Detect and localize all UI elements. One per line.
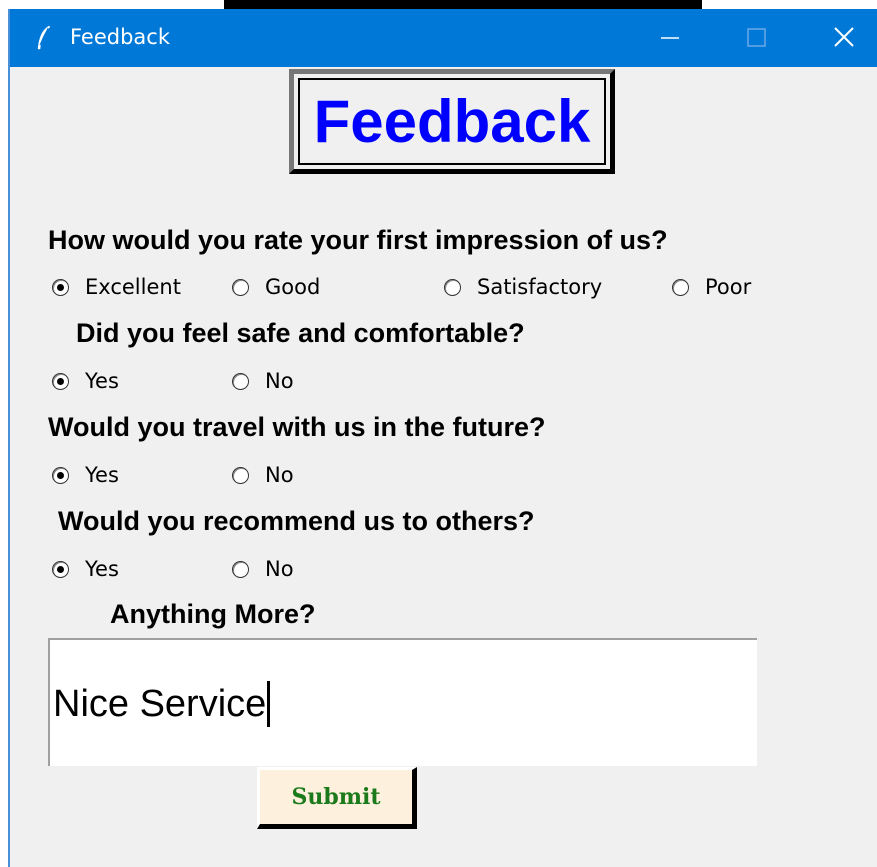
question-travel-future: Would you travel with us in the future? bbox=[48, 412, 546, 442]
radio-first-impression-poor[interactable]: Poor bbox=[672, 275, 751, 299]
radio-travel-yes[interactable]: Yes bbox=[52, 463, 119, 487]
submit-button[interactable]: Submit bbox=[257, 767, 417, 829]
radio-selected-icon[interactable] bbox=[52, 560, 69, 578]
radio-label: Yes bbox=[85, 369, 119, 393]
radio-selected-icon[interactable] bbox=[52, 372, 69, 390]
feather-icon bbox=[37, 25, 51, 50]
close-icon[interactable] bbox=[800, 9, 877, 67]
radio-unselected-icon[interactable] bbox=[232, 372, 249, 390]
radio-first-impression-good[interactable]: Good bbox=[232, 275, 320, 299]
question-recommend: Would you recommend us to others? bbox=[58, 506, 535, 536]
radio-label: Poor bbox=[705, 275, 752, 299]
comments-label: Anything More? bbox=[110, 599, 316, 629]
radio-first-impression-satisfactory[interactable]: Satisfactory bbox=[444, 275, 602, 299]
radio-travel-no[interactable]: No bbox=[232, 463, 294, 487]
radio-selected-icon[interactable] bbox=[52, 278, 69, 296]
radio-label: Satisfactory bbox=[477, 275, 603, 299]
radio-unselected-icon[interactable] bbox=[444, 278, 461, 296]
radio-label: Yes bbox=[85, 463, 119, 487]
radio-label: No bbox=[265, 369, 294, 393]
top-edge-bar bbox=[224, 0, 702, 9]
question-first-impression: How would you rate your first impression… bbox=[48, 225, 668, 255]
radio-unselected-icon[interactable] bbox=[672, 278, 689, 296]
radio-label: No bbox=[265, 557, 294, 581]
radio-safe-yes[interactable]: Yes bbox=[52, 369, 119, 393]
comments-text: Nice Service bbox=[53, 682, 267, 725]
title-bar[interactable]: Feedback bbox=[10, 9, 877, 67]
maximize-icon[interactable] bbox=[712, 9, 800, 67]
radio-unselected-icon[interactable] bbox=[232, 560, 249, 578]
radio-first-impression-excellent[interactable]: Excellent bbox=[52, 275, 181, 299]
radio-safe-no[interactable]: No bbox=[232, 369, 294, 393]
question-safe-comfortable: Did you feel safe and comfortable? bbox=[76, 318, 525, 348]
radio-label: Yes bbox=[85, 557, 119, 581]
radio-unselected-icon[interactable] bbox=[232, 466, 249, 484]
page-title-frame: Feedback bbox=[289, 69, 615, 174]
radio-recommend-yes[interactable]: Yes bbox=[52, 557, 119, 581]
radio-label: Good bbox=[265, 275, 321, 299]
text-caret bbox=[267, 681, 271, 727]
radio-unselected-icon[interactable] bbox=[232, 278, 249, 296]
feedback-window: Feedback Feedback How would you rate you… bbox=[8, 9, 877, 867]
radio-label: Excellent bbox=[85, 275, 181, 299]
window-title: Feedback bbox=[70, 25, 171, 49]
comments-text-container: Nice Service bbox=[53, 681, 271, 727]
radio-selected-icon[interactable] bbox=[52, 466, 69, 484]
page-title: Feedback bbox=[313, 87, 591, 155]
radio-label: No bbox=[265, 463, 294, 487]
radio-recommend-no[interactable]: No bbox=[232, 557, 294, 581]
comments-textbox[interactable]: Nice Service bbox=[48, 638, 757, 766]
page-title-inner: Feedback bbox=[298, 78, 606, 165]
minimize-icon[interactable] bbox=[625, 9, 713, 67]
